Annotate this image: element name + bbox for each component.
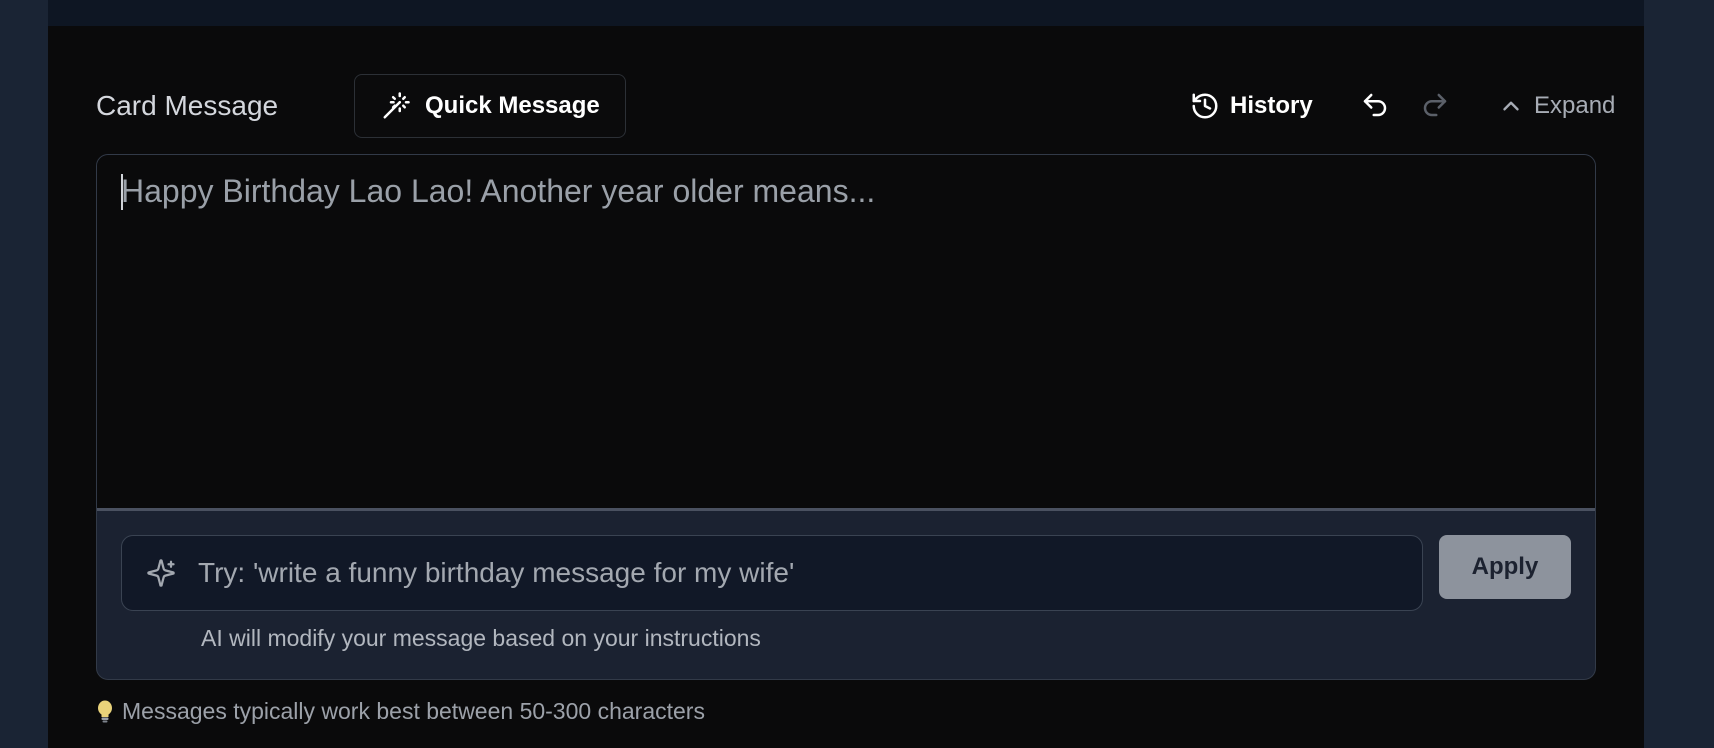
expand-button[interactable]: Expand — [1498, 88, 1615, 124]
ai-input-placeholder: Try: 'write a funny birthday message for… — [198, 557, 795, 588]
tip-text: Messages typically work best between 50-… — [122, 698, 705, 724]
apply-button[interactable]: Apply — [1439, 535, 1571, 599]
redo-icon — [1420, 90, 1452, 120]
undo-button[interactable] — [1360, 90, 1392, 122]
card-message-header: Card Message Quick Message History Expan… — [96, 74, 1615, 138]
card-message-panel: Card Message Quick Message History Expan… — [48, 0, 1644, 748]
ai-instruction-input[interactable]: Try: 'write a funny birthday message for… — [121, 535, 1423, 611]
chevron-up-icon — [1498, 93, 1524, 119]
card-message-title: Card Message — [96, 90, 279, 121]
redo-button[interactable] — [1420, 90, 1452, 122]
ai-helper-text: AI will modify your message based on you… — [201, 625, 761, 651]
message-text: Happy Birthday Lao Lao! Another year old… — [121, 173, 876, 209]
lightbulb-icon — [96, 700, 114, 724]
message-textarea[interactable]: Happy Birthday Lao Lao! Another year old… — [97, 155, 1595, 511]
character-tip: Messages typically work best between 50-… — [96, 698, 705, 725]
history-button[interactable]: History — [1190, 88, 1313, 124]
text-caret — [121, 173, 123, 210]
expand-label: Expand — [1534, 92, 1616, 119]
history-label: History — [1230, 92, 1313, 119]
message-editor-box: Happy Birthday Lao Lao! Another year old… — [96, 154, 1596, 680]
top-strip — [48, 0, 1644, 26]
quick-message-button[interactable]: Quick Message — [354, 74, 626, 138]
quick-message-label: Quick Message — [425, 92, 600, 119]
history-icon — [1190, 91, 1220, 121]
undo-icon — [1360, 90, 1392, 120]
sparkles-icon — [146, 558, 176, 588]
magic-wand-icon — [381, 91, 411, 121]
